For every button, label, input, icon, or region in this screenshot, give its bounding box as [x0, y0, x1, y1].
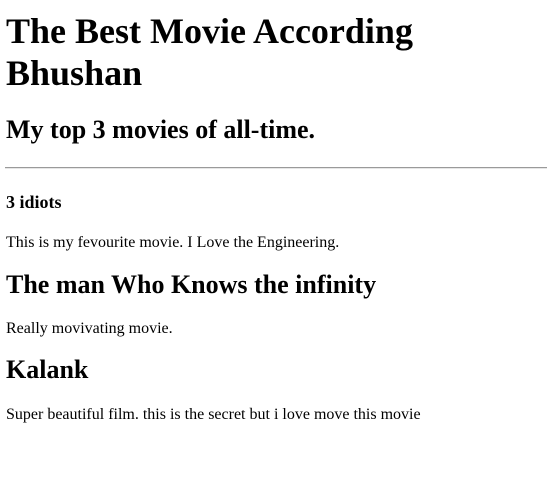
page-subtitle: My top 3 movies of all-time. [6, 115, 316, 144]
movie-title: The man Who Knows the infinity [6, 270, 377, 299]
movie-entry-3: Kalank Super beautiful film. this is the… [6, 355, 547, 425]
movie-title: 3 idiots [6, 192, 62, 212]
movie-description: Super beautiful film. this is the secret… [6, 406, 421, 423]
movie-title: Kalank [6, 355, 89, 384]
page-title: The Best Movie According Bhushan [6, 11, 413, 93]
movie-entry-1: 3 idiots This is my fevourite movie. I L… [6, 191, 547, 253]
horizontal-divider [5, 167, 547, 169]
page-content: The Best Movie According Bhushan My top … [5, 0, 547, 425]
movie-description: This is my fevourite movie. I Love the E… [6, 234, 340, 251]
movie-entry-2: The man Who Knows the infinity Really mo… [6, 270, 547, 339]
movie-description: Really movivating movie. [6, 320, 173, 337]
